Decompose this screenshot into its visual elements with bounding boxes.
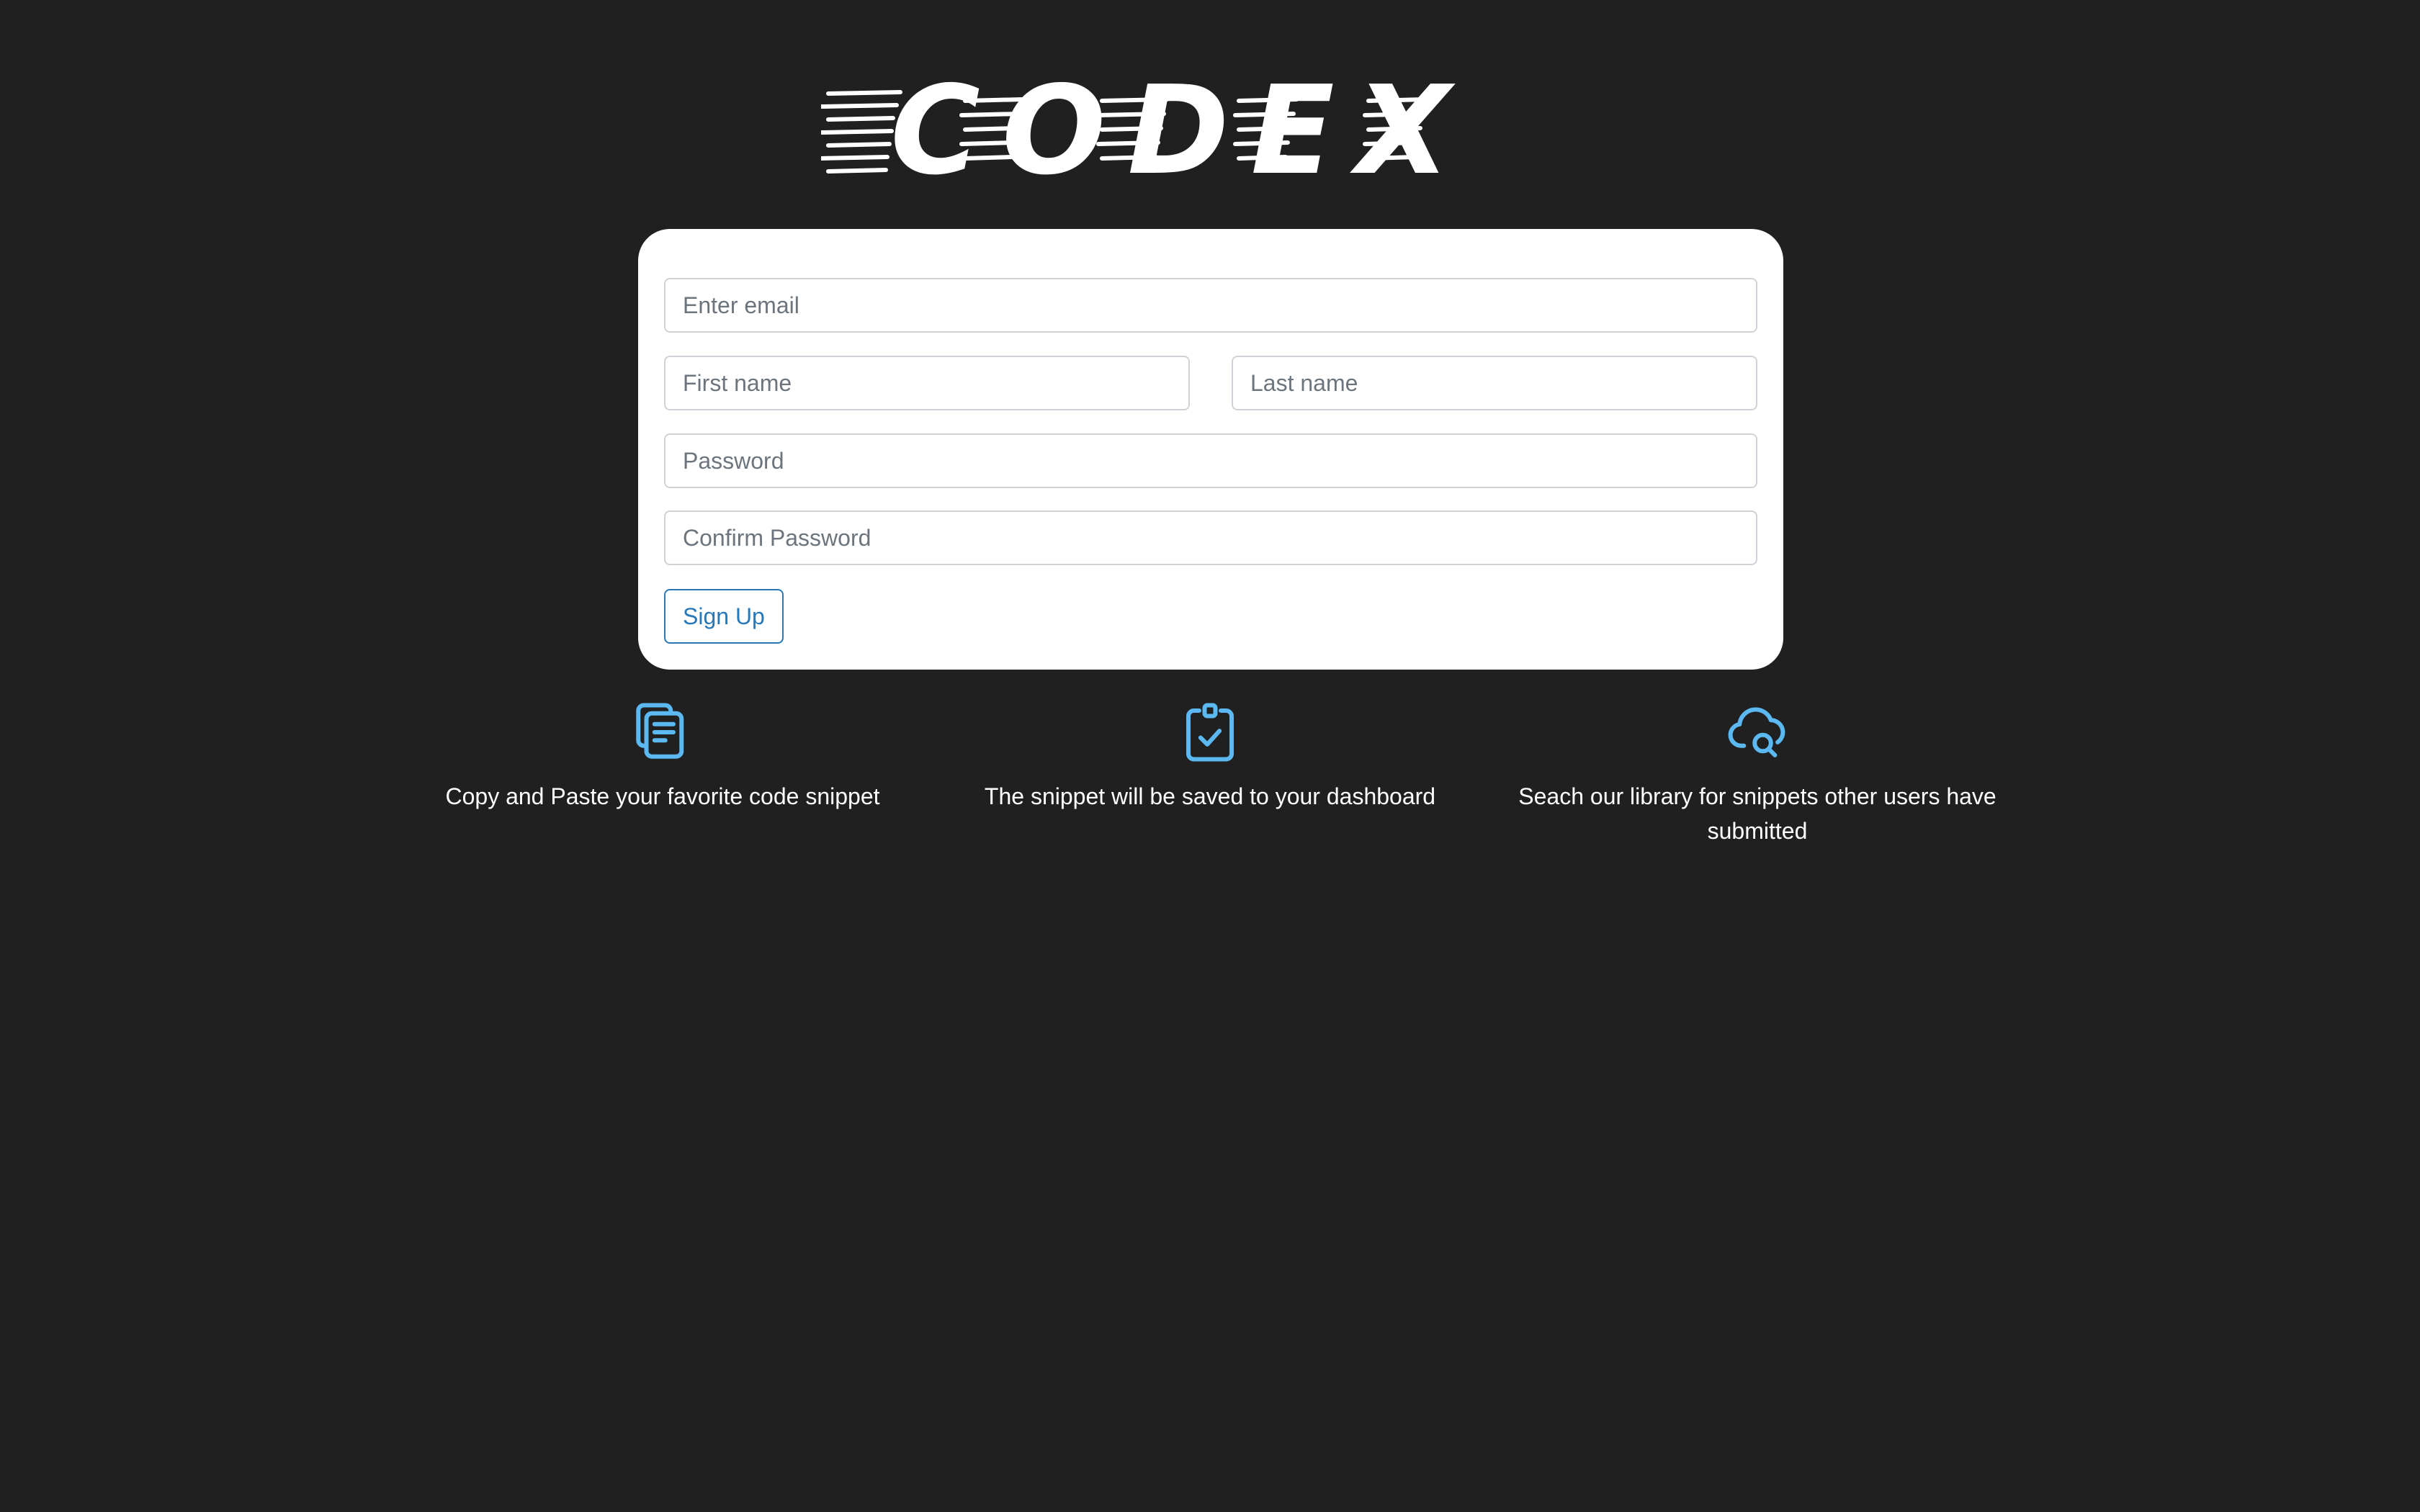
password-field[interactable] <box>664 433 1757 488</box>
logo-graphic: CODEX <box>821 60 1472 187</box>
sign-up-button[interactable]: Sign Up <box>664 589 784 644</box>
email-field[interactable] <box>664 278 1757 333</box>
copy-document-icon <box>630 700 695 765</box>
feature-copy-paste: Copy and Paste your favorite code snippe… <box>411 700 915 814</box>
logo-text: CODEX <box>890 60 1472 187</box>
last-name-field[interactable] <box>1232 356 1757 410</box>
first-name-field[interactable] <box>664 356 1190 410</box>
feature-search-library: Seach our library for snippets other use… <box>1505 700 2009 848</box>
signup-card: Sign Up <box>638 229 1783 670</box>
feature-save-dashboard: The snippet will be saved to your dashbo… <box>958 700 1462 814</box>
cloud-search-icon <box>1725 700 1790 765</box>
clipboard-check-icon <box>1178 700 1242 765</box>
feature-text: The snippet will be saved to your dashbo… <box>984 783 1436 809</box>
feature-text: Copy and Paste your favorite code snippe… <box>445 783 880 809</box>
confirm-password-field[interactable] <box>664 510 1757 565</box>
codex-logo: CODEX <box>821 58 1541 187</box>
feature-text: Seach our library for snippets other use… <box>1518 783 1996 844</box>
